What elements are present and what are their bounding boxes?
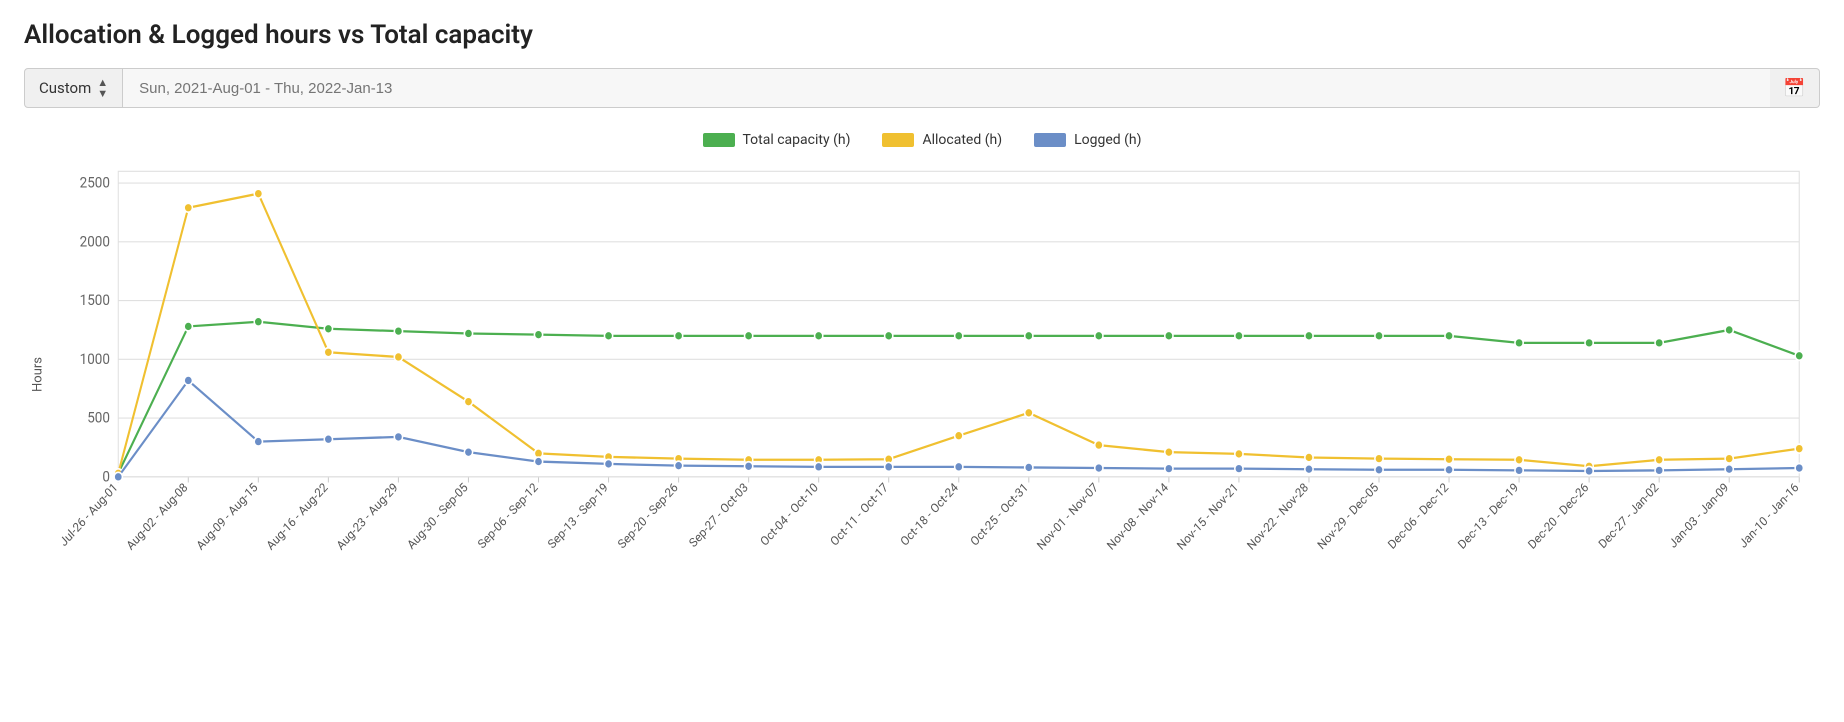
chart-wrapper: Hours 05001000150020002500Jul-26 - Aug-0… [24,160,1820,590]
legend-color-total [703,133,735,147]
svg-text:1500: 1500 [80,293,110,310]
date-range-input[interactable] [123,68,1770,108]
page-title: Allocation & Logged hours vs Total capac… [24,20,1820,50]
svg-text:Jul-26 - Aug-01: Jul-26 - Aug-01 [57,480,120,549]
controls-bar: Custom ▲▼ 📅 [24,68,1820,108]
svg-text:Oct-04 - Oct-10: Oct-04 - Oct-10 [758,480,821,549]
svg-text:Dec-27 - Jan-02: Dec-27 - Jan-02 [1596,480,1662,552]
svg-text:Sep-13 - Sep-19: Sep-13 - Sep-19 [545,480,610,551]
svg-text:Nov-08 - Nov-14: Nov-08 - Nov-14 [1104,480,1171,553]
svg-text:Aug-23 - Aug-29: Aug-23 - Aug-29 [334,480,401,553]
legend-total: Total capacity (h) [703,132,851,148]
legend-label-allocated: Allocated (h) [922,132,1002,148]
period-select[interactable]: Custom ▲▼ [24,68,123,108]
legend-allocated: Allocated (h) [882,132,1002,148]
svg-text:Nov-29 - Dec-05: Nov-29 - Dec-05 [1315,480,1381,553]
chart-area: Total capacity (h) Allocated (h) Logged … [24,132,1820,622]
calendar-button[interactable]: 📅 [1770,68,1820,108]
legend-logged: Logged (h) [1034,132,1141,148]
calendar-icon: 📅 [1783,78,1805,99]
svg-text:Jan-03 - Jan-09: Jan-03 - Jan-09 [1666,480,1731,551]
svg-text:Aug-16 - Aug-22: Aug-16 - Aug-22 [264,480,331,553]
svg-text:Dec-13 - Dec-19: Dec-13 - Dec-19 [1455,480,1521,552]
svg-text:Dec-20 - Dec-26: Dec-20 - Dec-26 [1525,480,1591,552]
select-arrows-icon: ▲▼ [97,77,108,99]
svg-text:Nov-01 - Nov-07: Nov-01 - Nov-07 [1034,480,1101,553]
svg-text:Oct-11 - Oct-17: Oct-11 - Oct-17 [828,480,891,549]
legend-label-total: Total capacity (h) [743,132,851,148]
svg-text:Oct-25 - Oct-31: Oct-25 - Oct-31 [968,480,1031,549]
chart-inner: 05001000150020002500Jul-26 - Aug-01Aug-0… [56,160,1820,590]
legend-color-logged [1034,133,1066,147]
svg-text:Dec-06 - Dec-12: Dec-06 - Dec-12 [1385,480,1451,552]
svg-text:Oct-18 - Oct-24: Oct-18 - Oct-24 [898,480,961,549]
legend-color-allocated [882,133,914,147]
svg-text:Sep-27 - Oct-03: Sep-27 - Oct-03 [686,480,750,550]
svg-text:Sep-06 - Sep-12: Sep-06 - Sep-12 [475,480,541,552]
svg-text:2500: 2500 [80,175,110,192]
svg-text:500: 500 [87,410,110,427]
svg-text:2000: 2000 [80,234,110,251]
svg-text:Aug-09 - Aug-15: Aug-09 - Aug-15 [194,480,261,553]
chart-legend: Total capacity (h) Allocated (h) Logged … [24,132,1820,148]
svg-text:Sep-20 - Sep-26: Sep-20 - Sep-26 [615,480,681,552]
svg-text:Aug-02 - Aug-08: Aug-02 - Aug-08 [124,480,191,553]
svg-text:Nov-22 - Nov-28: Nov-22 - Nov-28 [1244,480,1311,553]
svg-text:Aug-30 - Sep-05: Aug-30 - Sep-05 [404,480,470,552]
svg-text:Jan-10 - Jan-16: Jan-10 - Jan-16 [1736,480,1801,551]
legend-label-logged: Logged (h) [1074,132,1141,148]
svg-text:1000: 1000 [80,351,110,368]
y-axis-label: Hours [24,160,52,590]
period-select-label: Custom [39,79,91,97]
chart-svg: 05001000150020002500Jul-26 - Aug-01Aug-0… [56,160,1820,590]
svg-text:Nov-15 - Nov-21: Nov-15 - Nov-21 [1174,480,1241,553]
